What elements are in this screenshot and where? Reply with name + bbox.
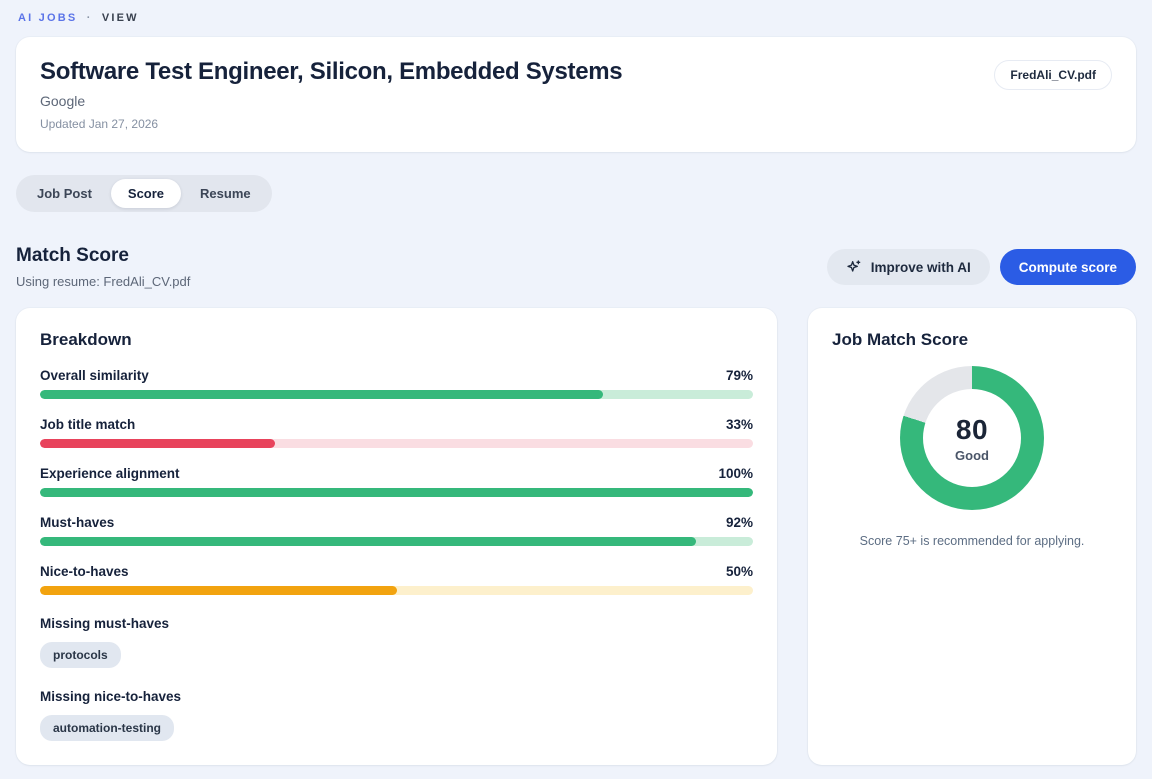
resume-badge[interactable]: FredAli_CV.pdf <box>994 60 1112 90</box>
metric-bar-track <box>40 586 753 595</box>
metric-label: Job title match <box>40 417 135 432</box>
breakdown-title: Breakdown <box>40 330 753 350</box>
tab-resume[interactable]: Resume <box>183 179 268 208</box>
match-score-header-row: Match Score Using resume: FredAli_CV.pdf… <box>16 245 1136 289</box>
metric-bar-fill <box>40 439 275 448</box>
metric-bar-track <box>40 390 753 399</box>
compute-score-button[interactable]: Compute score <box>1000 249 1136 285</box>
metric-row-experience-alignment: Experience alignment 100% <box>40 466 753 497</box>
breadcrumb-section[interactable]: AI JOBS <box>18 12 77 24</box>
main-content: Breakdown Overall similarity 79% Job tit… <box>16 308 1136 765</box>
section-subtitle: Using resume: FredAli_CV.pdf <box>16 274 190 289</box>
score-donut: 80 Good <box>900 366 1044 510</box>
breadcrumb-separator: · <box>87 12 93 24</box>
metric-value: 33% <box>726 417 753 432</box>
metric-bar-fill <box>40 586 397 595</box>
metric-row-job-title-match: Job title match 33% <box>40 417 753 448</box>
missing-nice-to-haves-label: Missing nice-to-haves <box>40 689 753 704</box>
job-header-card: Software Test Engineer, Silicon, Embedde… <box>16 37 1136 152</box>
metric-bar-track <box>40 439 753 448</box>
metric-label: Experience alignment <box>40 466 180 481</box>
metric-label: Overall similarity <box>40 368 149 383</box>
metric-bar-fill <box>40 390 603 399</box>
updated-date: Updated Jan 27, 2026 <box>40 117 622 131</box>
metric-row-overall-similarity: Overall similarity 79% <box>40 368 753 399</box>
page: AI JOBS · VIEW Software Test Engineer, S… <box>0 0 1152 779</box>
metric-bar-fill <box>40 537 696 546</box>
tab-bar: Job Post Score Resume <box>16 175 272 212</box>
score-note: Score 75+ is recommended for applying. <box>860 534 1085 548</box>
breadcrumb-page: VIEW <box>102 12 139 24</box>
metric-row-nice-to-haves: Nice-to-haves 50% <box>40 564 753 595</box>
metric-row-must-haves: Must-haves 92% <box>40 515 753 546</box>
metric-label: Must-haves <box>40 515 114 530</box>
metric-bar-track <box>40 488 753 497</box>
score-rating: Good <box>955 448 989 463</box>
breakdown-card: Breakdown Overall similarity 79% Job tit… <box>16 308 777 765</box>
score-value: 80 <box>956 414 988 446</box>
tab-score[interactable]: Score <box>111 179 181 208</box>
metric-label: Nice-to-haves <box>40 564 129 579</box>
score-body: 80 Good Score 75+ is recommended for app… <box>832 350 1112 548</box>
metric-value: 50% <box>726 564 753 579</box>
action-buttons: Improve with AI Compute score <box>827 249 1136 285</box>
breadcrumb: AI JOBS · VIEW <box>18 12 1136 24</box>
job-match-score-title: Job Match Score <box>832 330 1112 350</box>
missing-must-haves-chips: protocols <box>40 642 753 668</box>
sparkles-icon <box>846 259 862 275</box>
metric-bar-track <box>40 537 753 546</box>
match-score-heading-block: Match Score Using resume: FredAli_CV.pdf <box>16 245 190 289</box>
improve-with-ai-button[interactable]: Improve with AI <box>827 249 990 285</box>
missing-skill-chip: automation-testing <box>40 715 174 741</box>
metric-value: 92% <box>726 515 753 530</box>
metric-value: 100% <box>718 466 753 481</box>
job-header-info: Software Test Engineer, Silicon, Embedde… <box>40 58 622 131</box>
metric-bar-fill <box>40 488 753 497</box>
missing-skill-chip: protocols <box>40 642 121 668</box>
company-name: Google <box>40 93 622 109</box>
metric-value: 79% <box>726 368 753 383</box>
missing-must-haves-label: Missing must-haves <box>40 616 753 631</box>
job-match-score-card: Job Match Score 80 Good Score 75+ is rec… <box>808 308 1136 765</box>
missing-nice-to-haves-chips: automation-testing <box>40 715 753 741</box>
section-title: Match Score <box>16 245 190 267</box>
job-title: Software Test Engineer, Silicon, Embedde… <box>40 58 622 86</box>
improve-with-ai-label: Improve with AI <box>871 260 971 275</box>
score-donut-center: 80 Good <box>923 389 1021 487</box>
tab-job-post[interactable]: Job Post <box>20 179 109 208</box>
